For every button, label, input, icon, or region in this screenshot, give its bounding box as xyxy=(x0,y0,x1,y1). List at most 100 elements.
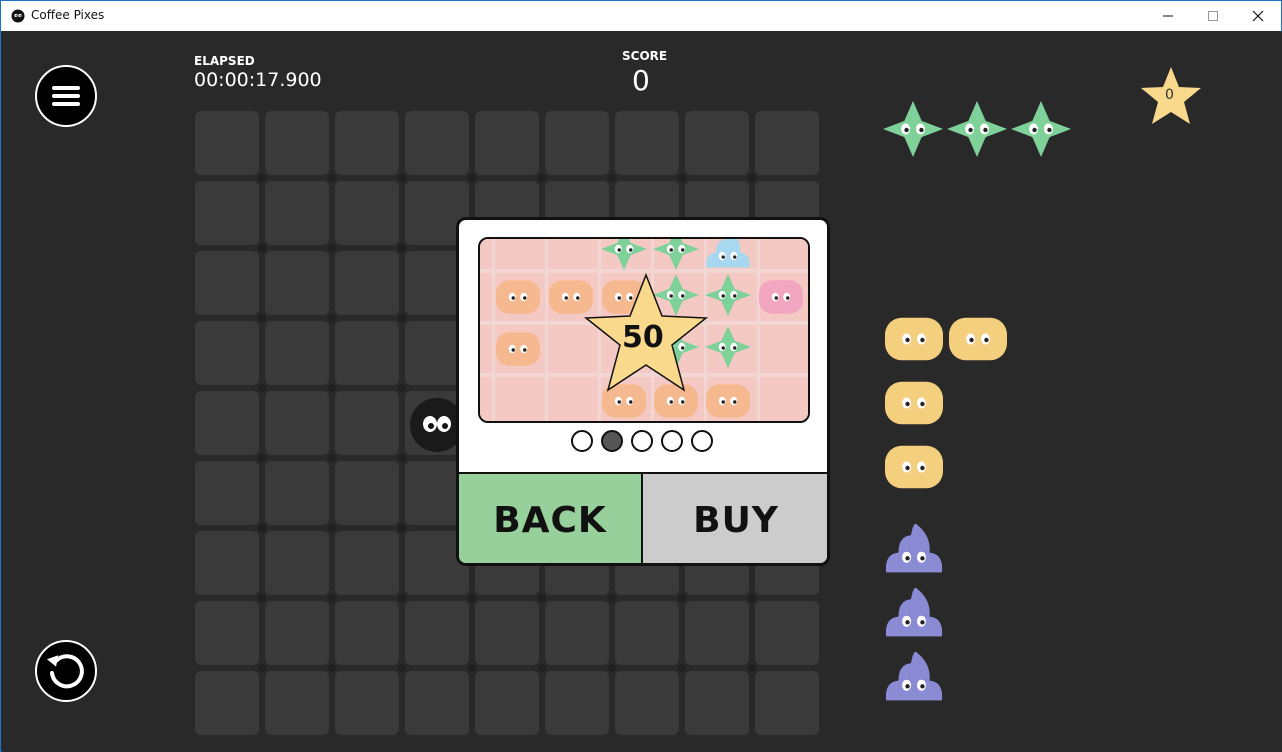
grid-cell[interactable] xyxy=(405,111,469,175)
restart-button[interactable] xyxy=(35,640,97,702)
grid-cell[interactable] xyxy=(755,111,819,175)
grid-cell[interactable] xyxy=(195,671,259,735)
grid-joint xyxy=(678,174,686,182)
grid-cell[interactable] xyxy=(265,251,329,315)
grid-joint xyxy=(328,594,336,602)
elapsed-label: ELAPSED xyxy=(194,54,255,68)
grid-cell[interactable] xyxy=(615,671,679,735)
grid-cell[interactable] xyxy=(475,601,539,665)
grid-cell[interactable] xyxy=(195,321,259,385)
preview-orange-pixe xyxy=(496,280,540,314)
page-dot[interactable] xyxy=(601,430,623,452)
game-area: ELAPSED 00:00:17.900 SCORE 0 0 50 BACK B… xyxy=(2,32,1282,752)
grid-cell[interactable] xyxy=(195,251,259,315)
green-pixe xyxy=(947,101,1007,157)
grid-cell[interactable] xyxy=(195,181,259,245)
grid-joint xyxy=(398,314,406,322)
grid-cell[interactable] xyxy=(615,601,679,665)
page-dot[interactable] xyxy=(571,430,593,452)
purple-pixe xyxy=(885,651,943,701)
grid-cell[interactable] xyxy=(405,601,469,665)
yellow-pixe xyxy=(885,445,943,489)
grid-cell[interactable] xyxy=(615,111,679,175)
grid-cell[interactable] xyxy=(195,391,259,455)
preview-orange-pixe xyxy=(496,332,540,366)
grid-cell[interactable] xyxy=(475,111,539,175)
preview-cell xyxy=(548,239,598,269)
grid-joint xyxy=(398,244,406,252)
star-counter: 0 xyxy=(1139,65,1203,127)
grid-cell[interactable] xyxy=(265,321,329,385)
minimize-button[interactable] xyxy=(1145,1,1191,31)
grid-cell[interactable] xyxy=(195,531,259,595)
grid-joint xyxy=(538,174,546,182)
grid-joint xyxy=(328,454,336,462)
grid-cell[interactable] xyxy=(335,321,399,385)
grid-joint xyxy=(258,594,266,602)
menu-button[interactable] xyxy=(35,65,97,127)
grid-cell[interactable] xyxy=(265,391,329,455)
grid-cell[interactable] xyxy=(195,601,259,665)
back-button[interactable]: BACK xyxy=(459,472,643,563)
maximize-button[interactable] xyxy=(1190,1,1236,31)
grid-cell[interactable] xyxy=(335,111,399,175)
grid-cell[interactable] xyxy=(195,461,259,525)
grid-cell[interactable] xyxy=(335,671,399,735)
grid-cell[interactable] xyxy=(405,671,469,735)
grid-joint xyxy=(468,594,476,602)
grid-cell[interactable] xyxy=(335,461,399,525)
grid-cell[interactable] xyxy=(265,461,329,525)
grid-cell[interactable] xyxy=(335,601,399,665)
grid-cell[interactable] xyxy=(755,671,819,735)
grid-joint xyxy=(328,384,336,392)
grid-cell[interactable] xyxy=(475,671,539,735)
yellow-pixe xyxy=(885,381,943,425)
grid-joint xyxy=(678,664,686,672)
grid-cell[interactable] xyxy=(335,251,399,315)
grid-cell[interactable] xyxy=(685,601,749,665)
grid-joint xyxy=(328,174,336,182)
preview-cell xyxy=(480,273,492,321)
grid-cell[interactable] xyxy=(335,531,399,595)
grid-joint xyxy=(258,314,266,322)
grid-cell[interactable] xyxy=(685,671,749,735)
page-dot[interactable] xyxy=(631,430,653,452)
grid-joint xyxy=(468,664,476,672)
grid-cell[interactable] xyxy=(265,601,329,665)
purple-pixe xyxy=(885,587,943,637)
grid-cell[interactable] xyxy=(265,111,329,175)
preview-orange-pixe xyxy=(706,384,750,418)
grid-cell[interactable] xyxy=(335,181,399,245)
grid-cell[interactable] xyxy=(545,671,609,735)
app-window: Coffee Pixes ELAPSED 00:00:17.900 SCORE … xyxy=(0,0,1282,752)
green-pixe xyxy=(1011,101,1071,157)
grid-joint xyxy=(608,664,616,672)
preview-cell xyxy=(480,325,492,373)
grid-cell[interactable] xyxy=(265,181,329,245)
grid-cell[interactable] xyxy=(265,671,329,735)
grid-joint xyxy=(258,664,266,672)
grid-cell[interactable] xyxy=(335,391,399,455)
grid-cell[interactable] xyxy=(195,111,259,175)
grid-joint xyxy=(328,314,336,322)
grid-cell[interactable] xyxy=(545,601,609,665)
page-dot[interactable] xyxy=(661,430,683,452)
preview-cell xyxy=(480,239,492,269)
grid-joint xyxy=(748,664,756,672)
restart-arrow-icon xyxy=(46,654,84,689)
grid-joint xyxy=(608,594,616,602)
preview-cell xyxy=(480,377,492,421)
grid-cell[interactable] xyxy=(685,111,749,175)
close-icon xyxy=(1252,10,1264,22)
buy-button[interactable]: BUY xyxy=(643,472,827,563)
page-dot[interactable] xyxy=(691,430,713,452)
score-value: 0 xyxy=(632,64,650,97)
grid-cell[interactable] xyxy=(265,531,329,595)
title-bar[interactable]: Coffee Pixes xyxy=(1,1,1281,31)
preview-cell xyxy=(495,377,545,421)
close-button[interactable] xyxy=(1235,1,1281,31)
star-count: 0 xyxy=(1165,87,1174,103)
hamburger-menu-icon xyxy=(52,86,80,106)
grid-cell[interactable] xyxy=(755,601,819,665)
grid-cell[interactable] xyxy=(545,111,609,175)
